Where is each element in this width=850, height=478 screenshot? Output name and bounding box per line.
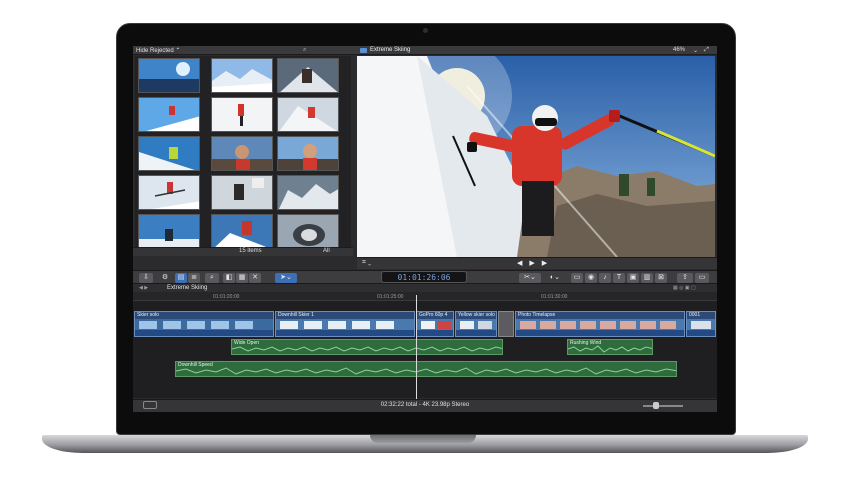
project-summary: 02:32:22 total - 4K 23.98p Stereo [380,402,470,408]
clip-label: GoPro 60p 4 [419,312,448,318]
previous-frame-icon[interactable]: ◀ [517,259,522,267]
settings-menu[interactable]: ⚙ [157,273,173,283]
audio-clip[interactable]: Rushing Wind [567,339,653,355]
ruler-tick: 01:01:30:00 [541,294,568,300]
video-clip[interactable]: GoPro 60p 4 [416,311,454,337]
zoom-magnifier-icon[interactable]: ⌕ [205,273,219,283]
clip-thumbnail[interactable] [211,136,273,171]
event-browser [135,56,351,255]
video-clip[interactable]: Downhill Skier 1 [275,311,415,337]
video-clip[interactable]: Skier solo [134,311,274,337]
clip-thumbnail[interactable] [277,136,339,171]
inspector-icon[interactable]: ▭ [571,273,583,283]
clip-thumbnail[interactable] [277,214,339,249]
reject-icon[interactable]: ✕ [249,273,261,283]
play-icon[interactable]: ▶ [529,259,534,267]
clip-label: Downhill Skier 1 [278,312,314,318]
clip-label: Photo Timelapse [518,312,556,318]
clip-label: Yellow skier solo [458,312,495,318]
laptop-notch [370,435,476,443]
clip-thumbnail[interactable] [138,136,200,171]
next-frame-icon[interactable]: ▶ [542,259,547,267]
timeline-zoom-slider[interactable] [643,405,683,407]
clip-thumbnail[interactable] [277,97,339,132]
history-back-icon[interactable]: ◀ ▶ [139,285,148,291]
final-cut-pro-window: Hide Rejected ⌃ ⌕ Extreme Skiing 46% ⌄ ⤢ [133,46,717,412]
viewer-title: Extreme Skiing [370,47,411,53]
timecode-display[interactable]: 01:01:26:06 [381,271,467,283]
chevron-down-icon[interactable]: ⌄ [693,47,698,54]
clip-thumbnail[interactable] [138,58,200,93]
titles-icon[interactable]: T [613,273,625,283]
project-icon [360,48,367,53]
browser-filter-menu[interactable]: Hide Rejected ⌃ [136,47,180,54]
audio-clip[interactable]: Wide Open [231,339,503,355]
video-clip[interactable]: Photo Timelapse [515,311,685,337]
clip-thumbnail[interactable] [138,175,200,210]
clip-audio [456,330,496,336]
blade-tool-button[interactable]: ✂⌄ [519,273,541,283]
video-clip[interactable]: 0001 [686,311,716,337]
clip-audio [276,330,414,336]
ruler-tick: 01:01:20:00 [213,294,240,300]
viewer-zoom[interactable]: 46% [673,47,685,53]
camera [423,28,428,33]
list-view-button[interactable]: ≣ [188,273,200,283]
music-icon[interactable]: ♪ [599,273,611,283]
import-button[interactable]: ⇩ [139,273,153,283]
viewer[interactable] [357,56,715,257]
search-icon[interactable]: ⌕ [303,47,306,54]
clip-thumbnail[interactable] [211,58,273,93]
transport-controls: ◀ ▶ ▶ [517,259,547,267]
clip-thumbnail[interactable] [138,214,200,249]
ruler-tick: 01:01:25:00 [377,294,404,300]
clip-audio [516,330,684,336]
clip-thumbnail[interactable] [211,214,273,249]
themes-icon[interactable]: ▥ [641,273,653,283]
timeline-zoom-knob[interactable] [653,402,659,409]
playhead[interactable] [416,295,417,400]
generators-icon[interactable]: ▣ [627,273,639,283]
fullscreen-icon[interactable]: ⤢ [704,47,709,54]
clip-thumbnail[interactable] [277,175,339,210]
clip-audio [687,330,715,336]
clip-label: Skier solo [137,312,159,318]
top-bar [133,46,717,55]
clip-audio [135,330,273,336]
timeline-header [133,284,717,292]
clip-thumbnail[interactable] [277,58,339,93]
video-clip[interactable]: Yellow skier solo [455,311,497,337]
timeline-tracks[interactable]: Skier solo Downhill Skier 1 GoPro 60p 4 … [133,301,717,398]
clip-audio [417,330,453,336]
timeline-title: Extreme Skiing [167,285,208,291]
audio-clip[interactable]: Downhill Speed [175,361,677,377]
clip-thumbnail[interactable] [211,97,273,132]
transform-tools-menu[interactable]: ⌗ ⌄ [362,259,371,267]
clip-thumbnail[interactable] [138,97,200,132]
camera-icon[interactable]: ◉ [585,273,597,283]
filmstrip-view-button[interactable]: ▤ [175,273,187,283]
background-tasks-icon[interactable]: ▭ [695,273,709,283]
select-tool-button[interactable]: ➤⌄ [275,273,297,283]
keyword-icon[interactable]: ◧ [223,273,235,283]
viewer-title-area: Extreme Skiing [360,47,410,53]
transition[interactable] [498,311,514,337]
share-button[interactable]: ⇪ [677,273,693,283]
timeline-view-icons[interactable]: ▦ ◎ ▣ ▢ [673,285,696,291]
favorite-icon[interactable]: ▦ [236,273,248,283]
all-clips-filter[interactable]: All [323,248,330,254]
transitions-icon[interactable]: ⊠ [655,273,667,283]
clip-label: 0001 [689,312,701,318]
clip-thumbnail[interactable] [211,175,273,210]
items-count: 15 items [239,248,262,254]
speed-button[interactable]: ◐⌄ [545,273,565,283]
